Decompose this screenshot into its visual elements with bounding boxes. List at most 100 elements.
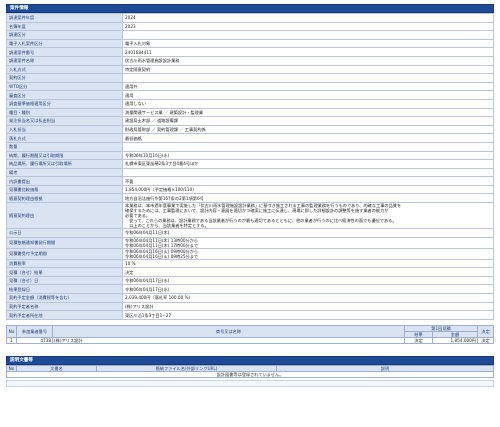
info-label: 随意契約理由根拠 (6, 193, 123, 204)
info-label: 消費税率 (6, 258, 123, 269)
info-label: 調査基準価格適用区分 (6, 98, 123, 109)
info-row: 消費税率 10 % (6, 258, 494, 269)
info-label: WTO区分 (6, 81, 123, 92)
info-row: 入札担当 財政局管財部 ／ 契約管理課 ／ 工事契約係 (6, 124, 494, 135)
info-row: 納期、履行期間又は引取期限 令和06年10月16日(水) (6, 150, 494, 161)
info-label: 見積書比較価格 (6, 184, 123, 195)
section-header-documents: 説明文書等 (6, 355, 494, 365)
info-value: 地方自治法施行令第167条の2第1項第6号 (122, 193, 494, 204)
info-value: 伏古川雨水管理施設設計業務 (122, 55, 494, 66)
info-row: 契約予定者所在地 東区川沿1条3丁目1−27 (6, 310, 494, 320)
info-label: 調達案件年度 (6, 13, 123, 23)
info-label: 契約区分 (6, 73, 123, 83)
info-label: 見積（合せ）日 (6, 275, 123, 286)
info-value: 財政局管財部 ／ 契約管理課 ／ 工事契約係 (122, 124, 494, 135)
info-row: 電子入札案件区分 電子入札対象 (6, 38, 494, 49)
info-value: 東区川沿1条3丁目1−27 (122, 310, 494, 320)
info-value: 適用 (122, 90, 494, 100)
info-value: (株)アリス設計 (122, 301, 494, 312)
info-row: 見積（合せ）日 令和06年04月17日(水) (6, 275, 494, 286)
info-row: 内訳書提出 不要 (6, 176, 494, 186)
reason-text: 本業務は、本市過年度事業で実施した「伏古川雨水管理施設設計業務」に基づき施工され… (122, 202, 494, 230)
info-value: 建設局土木部 ／ 道路設備課 (122, 116, 494, 126)
info-row: 審査区分 適用 (6, 90, 494, 100)
info-value (122, 30, 494, 40)
table-row: 1 4738 (株)アリス設計 決定 1,854,000円 決定 (6, 336, 494, 344)
info-row: 見積書受付予定期間 令和06年04月16日(火) 09時00分から 令和06年04… (6, 247, 494, 260)
info-value: 令和06年04月17日(水) (122, 275, 494, 286)
info-value: 決定 (122, 267, 494, 277)
info-label: 内訳書提出 (6, 176, 123, 186)
info-label: 名簿年度 (6, 21, 123, 32)
bid-company-name: (株)アリス設計 (52, 336, 405, 344)
col-decision: 決定 (477, 324, 494, 338)
info-value (122, 141, 494, 152)
info-row: 契約予定金額（消費税等を含む） 2,039,400円（落札率 100.00 %） (6, 293, 494, 303)
info-label: 発注担当名又は払出担当 (6, 116, 123, 126)
info-row: 調達案件名称 伏古川雨水管理施設設計業務 (6, 55, 494, 66)
info-row: 調達区分 (6, 30, 494, 40)
info-value: 10 % (122, 258, 494, 269)
info-row: WTO区分 適用外 (6, 81, 494, 92)
info-label: 調達案件番号 (6, 47, 123, 57)
info-row: 種目・種別 測量関連サービス業 ／ 建築設計・監理業 (6, 107, 494, 118)
info-row: 調達案件年度 2024 (6, 13, 494, 23)
info-row: 結果登録日 令和06年04月17日(水) (6, 284, 494, 295)
bid-results-table: No 参加業者番号 商号又は名称 第1回見積 決定 結果 金額 1 4738 (… (6, 324, 494, 344)
info-label: 納期、履行期間又は引取期限 (6, 150, 123, 161)
footer-bar (6, 379, 494, 387)
info-value (122, 167, 494, 178)
info-row: 数量 (6, 141, 494, 152)
bid-amount: 1,854,000円 (431, 336, 479, 344)
info-label: 数量 (6, 141, 123, 152)
info-label: 契約予定金額（消費税等を含む） (6, 293, 123, 303)
info-value: 電子入札対象 (122, 38, 494, 49)
info-label: 審査区分 (6, 90, 123, 100)
info-row: 契約予定者名称 (株)アリス設計 (6, 301, 494, 312)
info-row: 見積書比較価格 1,854,000円（予定価格×100/110） (6, 184, 494, 195)
info-value: 札幌市東区東苗穂2条3丁目4番4号ほか (122, 159, 494, 169)
info-row: 随意契約理由根拠 地方自治法施行令第167条の2第1項第6号 (6, 193, 494, 204)
info-label: 入札担当 (6, 124, 123, 135)
bid-participant-number: 4738 (16, 336, 53, 344)
info-value: 令和06年04月17日(水) (122, 284, 494, 295)
info-label: 契約予定者所在地 (6, 310, 123, 320)
info-row: 調査基準価格適用区分 適用しない (6, 98, 494, 109)
info-row: 調達案件番号 2401684411 (6, 47, 494, 57)
info-label: 電子入札案件区分 (6, 38, 123, 49)
bid-no: 1 (6, 336, 17, 344)
info-value: 令和06年04月11日(木) 13時00分から 令和06年04月11日(木) 1… (122, 236, 494, 249)
info-row: 備考 (6, 167, 494, 178)
bid-decision: 決定 (477, 336, 494, 344)
col-company-name: 商号又は名称 (52, 324, 405, 338)
info-row: 公示日 令和06年04月11日(木) (6, 228, 494, 238)
info-value: 令和06年10月16日(水) (122, 150, 494, 161)
info-label: 見積依頼通知書発行期間 (6, 236, 123, 249)
content: 案件情報 調達案件年度 2024 名簿年度 2023 調達区分 電子入札案件区分 電子入札対… (6, 4, 494, 387)
documents-table: No 文書名 格納ファイル名(外部リンクURL) 説明 設計図書等は登録されてい… (6, 364, 494, 378)
info-row: 納品場所、履行場所又は引取場所 札幌市東区東苗穂2条3丁目4番4号ほか (6, 159, 494, 169)
info-value: 特定随意契約 (122, 64, 494, 75)
col-participant-number: 参加業者番号 (16, 324, 53, 338)
info-label: 契約予定者名称 (6, 301, 123, 312)
info-value: 2023 (122, 21, 494, 32)
info-label: 調達案件名称 (6, 55, 123, 66)
info-value: 令和06年04月16日(火) 09時00分から 令和06年04月16日(火) 0… (122, 247, 494, 260)
reason-row: 随意契約理由 本業務は、本市過年度事業で実施した「伏古川雨水管理施設設計業務」に… (6, 202, 494, 230)
section-header-case-info: 案件情報 (6, 4, 494, 13)
info-label: 備考 (6, 167, 123, 178)
case-info-table: 調達案件年度 2024 名簿年度 2023 調達区分 電子入札案件区分 電子入札対象 調達案件… (6, 13, 494, 320)
info-value: 令和06年04月11日(木) (122, 228, 494, 238)
info-value: 2,039,400円（落札率 100.00 %） (122, 293, 494, 303)
info-value: 最低価格 (122, 133, 494, 143)
info-row: 落札方式 最低価格 (6, 133, 494, 143)
info-label: 種目・種別 (6, 107, 123, 118)
info-label: 公示日 (6, 228, 123, 238)
reason-line: 以上のことから、当該業者を特定とする。 (125, 223, 209, 229)
info-label: 納品場所、履行場所又は引取場所 (6, 159, 123, 169)
info-label: 結果登録日 (6, 284, 123, 295)
info-row: 名簿年度 2023 (6, 21, 494, 32)
info-value: 適用しない (122, 98, 494, 109)
info-row: 入札方式 特定随意契約 (6, 64, 494, 75)
reason-label: 随意契約理由 (6, 202, 123, 230)
